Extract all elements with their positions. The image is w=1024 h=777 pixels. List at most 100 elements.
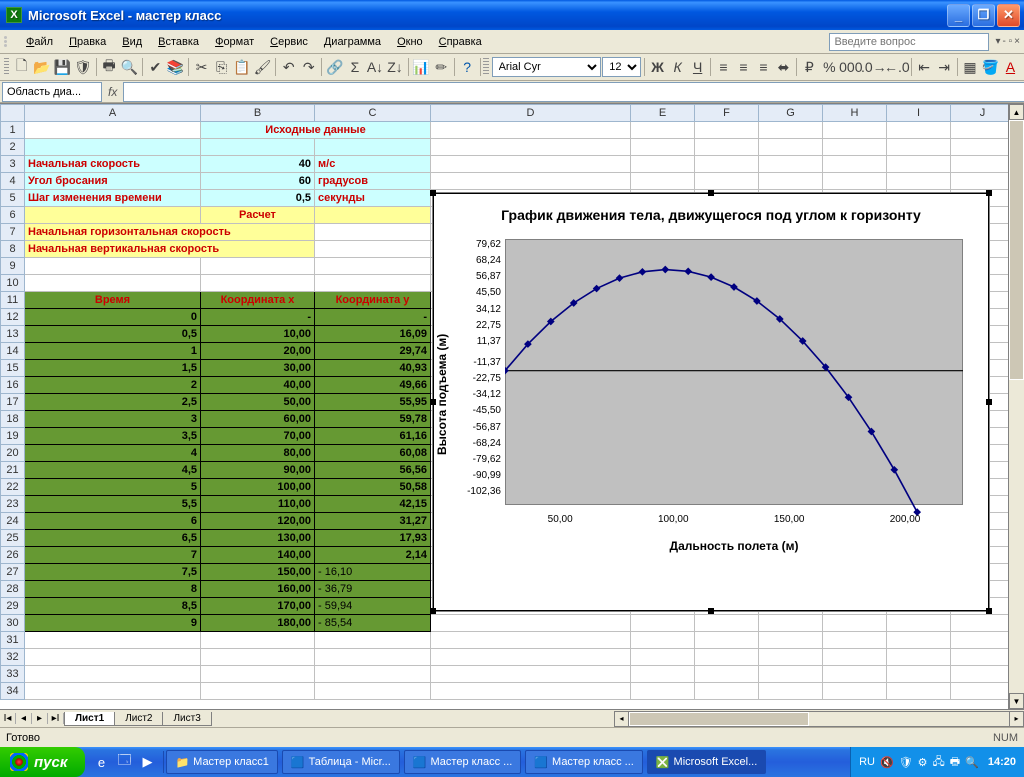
cell[interactable] [201, 666, 315, 683]
cell[interactable]: 55,95 [315, 394, 431, 411]
cell[interactable]: 4,5 [25, 462, 201, 479]
row-header[interactable]: 16 [1, 377, 25, 394]
format-painter-icon[interactable]: 🖌 [253, 56, 273, 78]
embedded-chart[interactable]: График движения тела, движущегося под уг… [432, 192, 990, 612]
cell[interactable] [631, 139, 695, 156]
minimize-button[interactable]: _ [947, 4, 970, 27]
cell[interactable]: 2 [25, 377, 201, 394]
horizontal-scrollbar[interactable]: ◂▸ [614, 711, 1024, 727]
cell[interactable]: 1,5 [25, 360, 201, 377]
cell[interactable]: Координата х [201, 292, 315, 309]
tab-nav-last[interactable]: ▸I [48, 713, 64, 724]
inc-indent-icon[interactable]: ⇥ [935, 56, 954, 78]
cell[interactable] [315, 275, 431, 292]
italic-icon[interactable]: К [668, 56, 687, 78]
cell[interactable]: 50,00 [201, 394, 315, 411]
cell[interactable]: Исходные данные [201, 122, 431, 139]
row-header[interactable]: 21 [1, 462, 25, 479]
ask-question-input[interactable] [829, 33, 989, 51]
col-header-H[interactable]: H [823, 105, 887, 122]
cell[interactable] [631, 649, 695, 666]
tray-icon[interactable]: 🔇 [880, 756, 894, 769]
cell[interactable] [695, 649, 759, 666]
cell[interactable] [431, 683, 631, 700]
help-icon[interactable]: ? [458, 56, 477, 78]
cell[interactable]: 40,00 [201, 377, 315, 394]
cell[interactable] [431, 666, 631, 683]
cell[interactable] [695, 139, 759, 156]
row-header[interactable]: 2 [1, 139, 25, 156]
doc-close-button[interactable]: × [1014, 36, 1020, 47]
cell[interactable] [759, 666, 823, 683]
cell[interactable] [315, 632, 431, 649]
copy-icon[interactable]: ⎘ [212, 56, 231, 78]
cell[interactable]: 17,93 [315, 530, 431, 547]
cell[interactable] [759, 156, 823, 173]
cell[interactable]: 29,74 [315, 343, 431, 360]
cell[interactable]: - 16,10 [315, 564, 431, 581]
cell[interactable] [887, 666, 951, 683]
menu-Сервис[interactable]: Сервис [262, 33, 316, 51]
cell[interactable]: 1 [25, 343, 201, 360]
cell[interactable]: 7 [25, 547, 201, 564]
menu-Справка[interactable]: Справка [431, 33, 490, 51]
drawing-icon[interactable]: ✏ [432, 56, 451, 78]
cell[interactable]: 50,58 [315, 479, 431, 496]
cell[interactable] [759, 139, 823, 156]
cell[interactable]: 40 [201, 156, 315, 173]
cell[interactable] [315, 666, 431, 683]
cell[interactable] [887, 156, 951, 173]
cell[interactable] [695, 632, 759, 649]
cell[interactable] [759, 632, 823, 649]
cell[interactable]: м/с [315, 156, 431, 173]
ql-ie-icon[interactable]: e [91, 751, 111, 773]
cell[interactable] [695, 683, 759, 700]
cell[interactable] [25, 649, 201, 666]
row-header[interactable]: 8 [1, 241, 25, 258]
row-header[interactable]: 9 [1, 258, 25, 275]
taskbar-task[interactable]: 🟦Мастер класс ... [404, 750, 522, 774]
cell[interactable] [25, 683, 201, 700]
cell[interactable] [887, 683, 951, 700]
cell[interactable]: 3,5 [25, 428, 201, 445]
cell[interactable] [631, 156, 695, 173]
cell[interactable] [823, 156, 887, 173]
taskbar-task[interactable]: 🟦Мастер класс ... [525, 750, 643, 774]
underline-icon[interactable]: Ч [688, 56, 707, 78]
cell[interactable] [823, 649, 887, 666]
cell[interactable] [759, 122, 823, 139]
merge-icon[interactable]: ⬌ [774, 56, 793, 78]
cell[interactable] [631, 122, 695, 139]
cell[interactable] [25, 275, 201, 292]
sheet-tab[interactable]: Лист2 [114, 712, 163, 726]
cell[interactable]: Угол бросания [25, 173, 201, 190]
cell[interactable] [315, 683, 431, 700]
cell[interactable] [25, 632, 201, 649]
cell[interactable]: 5,5 [25, 496, 201, 513]
cell[interactable]: 30,00 [201, 360, 315, 377]
cell[interactable] [951, 173, 1015, 190]
row-header[interactable]: 33 [1, 666, 25, 683]
row-header[interactable]: 10 [1, 275, 25, 292]
doc-restore-button[interactable]: - ▫ [1003, 36, 1013, 47]
cell[interactable] [759, 615, 823, 632]
cell[interactable]: 7,5 [25, 564, 201, 581]
cell[interactable]: - 36,79 [315, 581, 431, 598]
col-header-A[interactable]: A [25, 105, 201, 122]
cell[interactable] [759, 683, 823, 700]
cell[interactable] [951, 683, 1015, 700]
row-header[interactable]: 31 [1, 632, 25, 649]
cell[interactable] [201, 632, 315, 649]
fx-icon[interactable]: fx [108, 85, 117, 99]
cell[interactable] [315, 258, 431, 275]
name-box[interactable] [2, 82, 102, 102]
cell[interactable] [695, 156, 759, 173]
cell[interactable] [887, 173, 951, 190]
taskbar-task[interactable]: 📁Мастер класс1 [166, 750, 277, 774]
comma-icon[interactable]: 000 [840, 56, 862, 78]
cell[interactable]: 60,08 [315, 445, 431, 462]
tray-icon[interactable]: ⚙ [918, 756, 928, 769]
row-header[interactable]: 28 [1, 581, 25, 598]
cell[interactable] [315, 224, 431, 241]
cell[interactable]: 61,16 [315, 428, 431, 445]
